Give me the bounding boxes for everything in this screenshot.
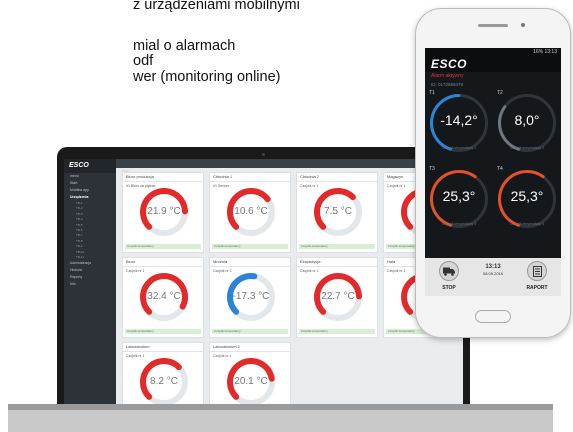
temperature-value: 10.6 °C (234, 206, 268, 217)
phone-time: 13:13 (485, 264, 501, 270)
temperature-value: 20.1 °C (234, 376, 268, 387)
phone-tile-value: -14,2° (440, 112, 478, 128)
card-title: Biuro produkcja (123, 173, 203, 182)
sensor-card[interactable]: Biuro produkcja #1 Biuro na piętrze 21.9 °… (122, 172, 204, 253)
sensor-card[interactable]: Mroźnia Czujnik nr 1 -17.3 °C Czujnik tempe… (209, 257, 291, 338)
phone-sensor-tile[interactable]: T4 25,3° Czujnik temperatury 4 (493, 165, 561, 233)
card-footer: Czujnik temperatury (125, 244, 201, 249)
stop-label: STOP (442, 285, 456, 291)
sidebar-item-reports[interactable]: Raporty (64, 274, 116, 281)
sidebar-item-admin[interactable]: Administracja (64, 260, 116, 267)
sidebar-item-mobile[interactable]: Mobilna app (64, 187, 116, 194)
laptop: ESCO menu Start Mobilna app Urządzenia T… (57, 147, 470, 412)
phone-speaker (478, 24, 508, 27)
report-icon (532, 265, 542, 277)
card-title: Chłodnia 2 (297, 173, 377, 182)
temperature-value: 22.7 °C (321, 291, 355, 302)
phone-alert[interactable]: Alarm aktywny (425, 72, 561, 81)
truck-icon (443, 267, 455, 276)
raport-label: RAPORT (526, 285, 548, 291)
card-footer: Czujnik temperatury (299, 329, 375, 334)
card-title: Ekspedycja (297, 258, 377, 267)
phone-date: 08.09.2016 (482, 271, 504, 276)
ad-line-2: mial o alarmach (133, 37, 236, 54)
phone-tile-label: T1 (429, 90, 435, 96)
phone-camera (521, 23, 525, 27)
card-title: Chłodnia 1 (210, 173, 290, 182)
phone-tile-caption: Czujnik temperatury 1 (441, 146, 477, 150)
phone-sensor-tile[interactable]: T2 8,0° Czujnik temperatury 2 (493, 89, 561, 157)
phone-screen: 16% 13:13 ESCO Alarm aktywny ID: 0172659… (425, 48, 561, 296)
phone-tile-label: T3 (429, 166, 435, 172)
temperature-value: 32.4 °C (147, 291, 181, 302)
card-footer: Czujnik temperatury (125, 329, 201, 334)
laptop-screen: ESCO menu Start Mobilna app Urządzenia T… (64, 159, 463, 412)
phone-tile-value: 8,0° (514, 112, 540, 128)
phone-status-bar: 16% 13:13 (425, 48, 561, 57)
sidebar-item-devices[interactable]: Urządzenia (64, 194, 116, 201)
topbar: start (116, 159, 463, 173)
phone-home-button[interactable] (475, 310, 511, 323)
sensor-card[interactable]: Laboratorium 2 Czujnik nr 1 20.1 °C (209, 342, 291, 412)
phone-brand: ESCO (425, 57, 561, 72)
laptop-hinge (8, 404, 553, 410)
temperature-value: 21.9 °C (147, 206, 181, 217)
phone-device-id: ID: 0172659478 (431, 82, 464, 87)
sidebar-item-history[interactable]: Historia (64, 267, 116, 274)
phone-tile-label: T4 (497, 166, 503, 172)
phone-tile-caption: Czujnik temperatury 4 (509, 222, 545, 226)
phone-tile-caption: Czujnik temperatury 3 (441, 222, 477, 226)
phone-sensor-tile[interactable]: T1 -14,2° Czujnik temperatury 1 (425, 89, 493, 157)
phone-tile-value: 25,3° (510, 188, 544, 204)
sidebar: ESCO menu Start Mobilna app Urządzenia T… (64, 159, 116, 412)
card-title: Mroźnia (210, 258, 290, 267)
sidebar-logo[interactable]: ESCO (64, 159, 116, 173)
temperature-value: 7.5 °C (324, 206, 352, 217)
sensor-card[interactable]: Biuro Czujnik nr 1 32.4 °C Czujnik temperat… (122, 257, 204, 338)
card-footer: Czujnik temperatury (299, 244, 375, 249)
sensor-card[interactable]: Laboratorium Czujnik nr 1 8.2 °C (122, 342, 204, 412)
card-title: Laboratorium 2 (210, 343, 290, 352)
sidebar-menu-label: menu (70, 174, 79, 178)
phone-sensor-tile[interactable]: T3 25,3° Czujnik temperatury 3 (425, 165, 493, 233)
temperature-value: -17.3 °C (232, 291, 270, 302)
sidebar-item-start[interactable]: Start (64, 180, 116, 187)
card-footer: Czujnik temperatury (212, 329, 288, 334)
sensor-card[interactable]: Chłodnia 1 #1 Serwer 10.6 °C Czujnik temper… (209, 172, 291, 253)
stop-button[interactable] (439, 261, 459, 281)
sensor-card[interactable]: Chłodnia 2 Czujnik nr 1 7.5 °C Czujnik temp… (296, 172, 378, 253)
card-title: Biuro (123, 258, 203, 267)
sidebar-item-info[interactable]: Info (64, 281, 116, 288)
card-title: Laboratorium (123, 343, 203, 352)
phone-tile-label: T2 (497, 90, 503, 96)
phone-bottom-bar: STOP 13:13 08.09.2016 RAPORT (425, 258, 561, 296)
ad-line-4: wer (monitoring online) (133, 68, 281, 85)
sensor-card[interactable]: Ekspedycja Czujnik nr 1 22.7 °C Czujnik tem… (296, 257, 378, 338)
card-footer: Czujnik temperatury (212, 244, 288, 249)
laptop-camera (262, 153, 265, 156)
temperature-value: 8.2 °C (150, 376, 178, 387)
ad-text: z urządzeniami mobilnymi mial o alarmach… (0, 0, 300, 85)
ad-line-3: odf (133, 53, 154, 69)
phone-tile-value: 25,3° (442, 188, 476, 204)
phone: 16% 13:13 ESCO Alarm aktywny ID: 0172659… (415, 8, 571, 338)
raport-button[interactable] (527, 261, 547, 281)
phone-tile-caption: Czujnik temperatury 2 (509, 146, 545, 150)
ad-line-1: z urządzeniami mobilnymi (133, 0, 300, 13)
